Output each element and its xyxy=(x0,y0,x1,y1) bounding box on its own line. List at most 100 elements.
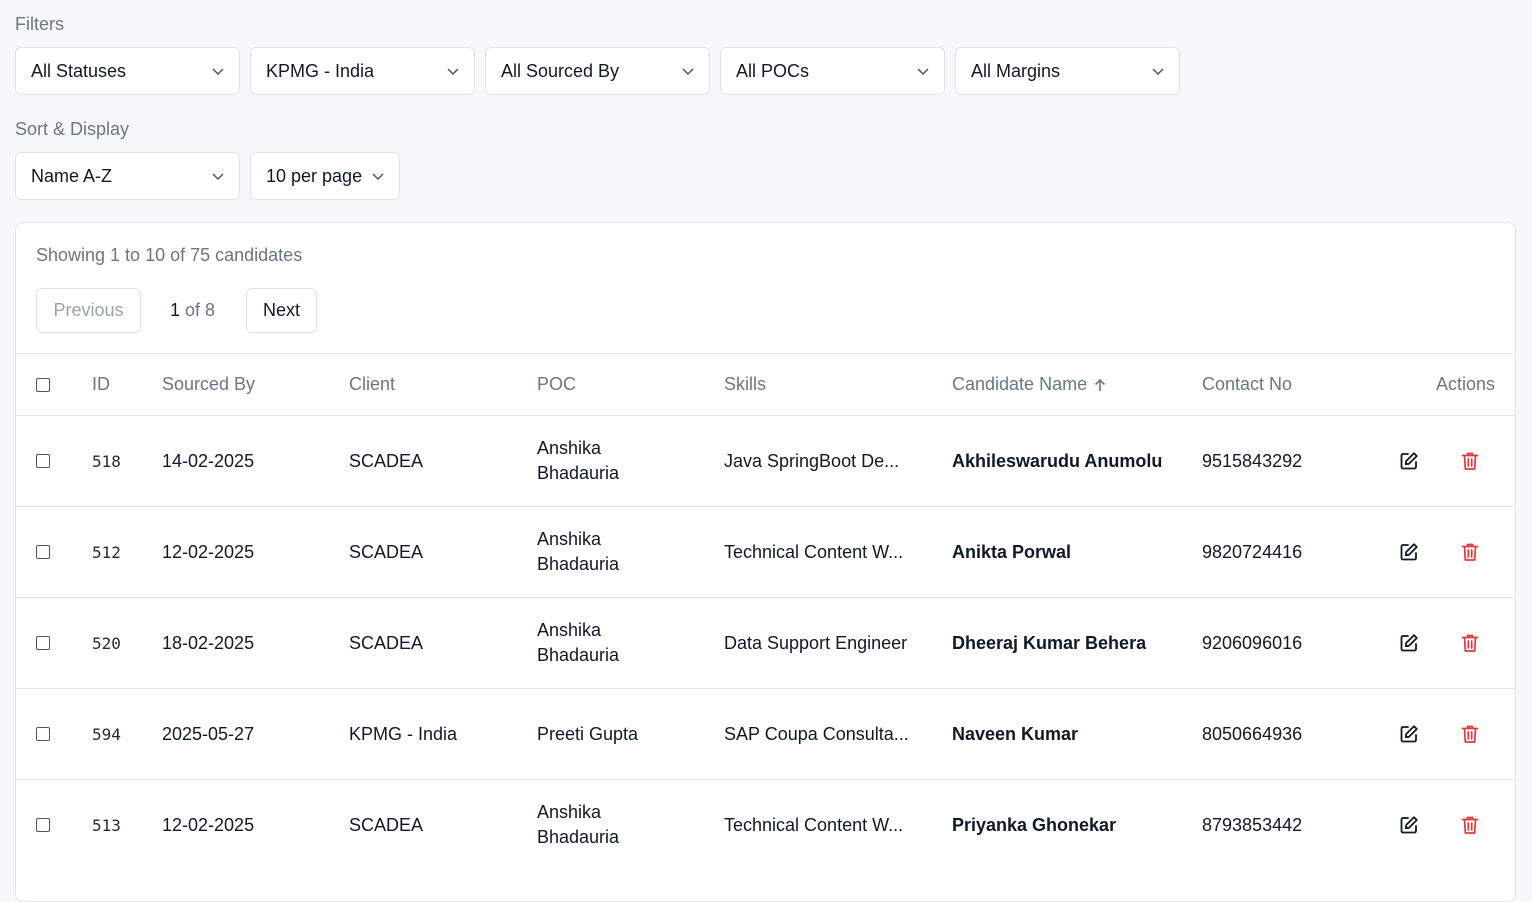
poc-filter-value: All POCs xyxy=(736,60,810,81)
delete-button[interactable] xyxy=(1461,598,1479,688)
edit-button[interactable] xyxy=(1399,507,1419,597)
sourced-by-filter-select[interactable]: All Sourced By xyxy=(485,47,710,95)
delete-button[interactable] xyxy=(1461,689,1479,779)
status-filter-value: All Statuses xyxy=(31,60,127,81)
contact-number: 9515843292 xyxy=(1202,450,1303,471)
candidate-id: 520 xyxy=(92,633,121,653)
previous-page-button[interactable]: Previous xyxy=(36,288,141,333)
table-header-row: ID Sourced By Client POC Skills Candidat… xyxy=(16,353,1515,415)
table-row[interactable]: 520 18-02-2025 SCADEA Anshika Bhadauria Data … xyxy=(16,597,1515,688)
table-row[interactable]: 594 2025-05-27 KPMG - India Preeti Gupta SAP… xyxy=(16,688,1515,779)
candidate-name: Priyanka Ghonekar xyxy=(952,814,1117,835)
column-header-poc[interactable]: POC xyxy=(537,354,707,415)
table-row[interactable]: 513 12-02-2025 SCADEA Anshika Bhadauria Techn… xyxy=(16,779,1515,870)
sort-select[interactable]: Name A-Z xyxy=(15,152,240,200)
next-page-button[interactable]: Next xyxy=(246,288,317,333)
candidates-panel: Showing 1 to 10 of 75 candidates Previou… xyxy=(15,222,1516,902)
column-header-id[interactable]: ID xyxy=(92,354,110,415)
poc-second-line: Bhadauria xyxy=(537,645,620,665)
column-header-candidate-name[interactable]: Candidate Name xyxy=(952,354,1107,415)
row-select-cell xyxy=(36,416,50,506)
chevron-down-icon xyxy=(447,68,459,76)
select-all-checkbox[interactable] xyxy=(36,377,50,392)
table-row[interactable]: 512 12-02-2025 SCADEA Anshika Bhadauria Techn… xyxy=(16,506,1515,597)
candidate-id: 513 xyxy=(92,815,121,835)
select-all-cell xyxy=(36,354,50,415)
table-row[interactable]: 518 14-02-2025 SCADEA Anshika Bhadauria Java … xyxy=(16,415,1515,506)
row-checkbox[interactable] xyxy=(36,636,50,650)
column-header-client[interactable]: Client xyxy=(349,354,395,415)
trash-icon xyxy=(1461,543,1479,561)
client-name: SCADEA xyxy=(349,541,424,562)
sourced-date: 12-02-2025 xyxy=(162,814,255,835)
delete-button[interactable] xyxy=(1461,416,1479,506)
contact-number: 8050664936 xyxy=(1202,723,1303,744)
poc-name: Anshika Bhadauria xyxy=(537,507,707,597)
skills: Data Support Engineer xyxy=(724,632,908,653)
sort-display-label: Sort & Display xyxy=(15,119,130,139)
poc-first-line: Anshika xyxy=(537,620,602,640)
edit-icon xyxy=(1400,725,1418,743)
poc-second-line: Bhadauria xyxy=(537,554,620,574)
poc-first-line: Anshika xyxy=(537,438,602,458)
candidate-name: Naveen Kumar xyxy=(952,723,1079,744)
results-summary: Showing 1 to 10 of 75 candidates xyxy=(36,245,303,265)
edit-button[interactable] xyxy=(1399,598,1419,688)
per-page-value: 10 per page xyxy=(266,165,363,186)
poc-second-line: Bhadauria xyxy=(537,463,620,483)
row-select-cell xyxy=(36,780,50,870)
contact-number: 9206096016 xyxy=(1202,632,1303,653)
edit-icon xyxy=(1400,452,1418,470)
client-name: SCADEA xyxy=(349,814,424,835)
chevron-down-icon xyxy=(372,173,384,181)
poc-first-line: Anshika xyxy=(537,802,602,822)
chevron-down-icon xyxy=(917,68,929,76)
chevron-down-icon xyxy=(212,68,224,76)
edit-button[interactable] xyxy=(1399,416,1419,506)
edit-button[interactable] xyxy=(1399,780,1419,870)
client-filter-value: KPMG - India xyxy=(266,60,375,81)
column-header-contact-no[interactable]: Contact No xyxy=(1202,354,1292,415)
margin-filter-value: All Margins xyxy=(971,60,1061,81)
candidate-name: Akhileswarudu Anumolu xyxy=(952,450,1163,471)
column-header-actions: Actions xyxy=(1435,374,1495,394)
trash-icon xyxy=(1461,816,1479,834)
row-checkbox[interactable] xyxy=(36,545,50,559)
skills: SAP Coupa Consulta... xyxy=(724,723,909,744)
edit-button[interactable] xyxy=(1399,689,1419,779)
delete-button[interactable] xyxy=(1461,780,1479,870)
column-header-sourced-by[interactable]: Sourced By xyxy=(162,354,255,415)
trash-icon xyxy=(1461,725,1479,743)
client-filter-select[interactable]: KPMG - India xyxy=(250,47,475,95)
contact-number: 9820724416 xyxy=(1202,541,1303,562)
row-select-cell xyxy=(36,689,50,779)
row-checkbox[interactable] xyxy=(36,454,50,468)
sourced-date: 18-02-2025 xyxy=(162,632,255,653)
edit-icon xyxy=(1400,816,1418,834)
sourced-date: 2025-05-27 xyxy=(162,723,255,744)
client-name: SCADEA xyxy=(349,632,424,653)
candidate-id: 512 xyxy=(92,542,121,562)
poc-name: Anshika Bhadauria xyxy=(537,598,707,688)
edit-icon xyxy=(1400,634,1418,652)
poc-name: Preeti Gupta xyxy=(537,689,707,779)
sourced-date: 12-02-2025 xyxy=(162,541,255,562)
margin-filter-select[interactable]: All Margins xyxy=(955,47,1180,95)
poc-first-line: Preeti Gupta xyxy=(537,723,639,744)
poc-filter-select[interactable]: All POCs xyxy=(720,47,945,95)
column-header-skills[interactable]: Skills xyxy=(724,354,766,415)
filters-label: Filters xyxy=(15,14,64,34)
row-checkbox[interactable] xyxy=(36,818,50,832)
client-name: KPMG - India xyxy=(349,723,458,744)
per-page-select[interactable]: 10 per page xyxy=(250,152,400,200)
poc-name: Anshika Bhadauria xyxy=(537,416,707,506)
row-select-cell xyxy=(36,598,50,688)
edit-icon xyxy=(1400,543,1418,561)
candidate-id: 518 xyxy=(92,451,121,471)
candidate-name-header-label: Candidate Name xyxy=(952,374,1088,394)
table-body: 518 14-02-2025 SCADEA Anshika Bhadauria Java … xyxy=(16,415,1515,870)
page-indicator: 1 of 8 xyxy=(170,300,215,321)
delete-button[interactable] xyxy=(1461,507,1479,597)
row-checkbox[interactable] xyxy=(36,727,50,741)
status-filter-select[interactable]: All Statuses xyxy=(15,47,240,95)
